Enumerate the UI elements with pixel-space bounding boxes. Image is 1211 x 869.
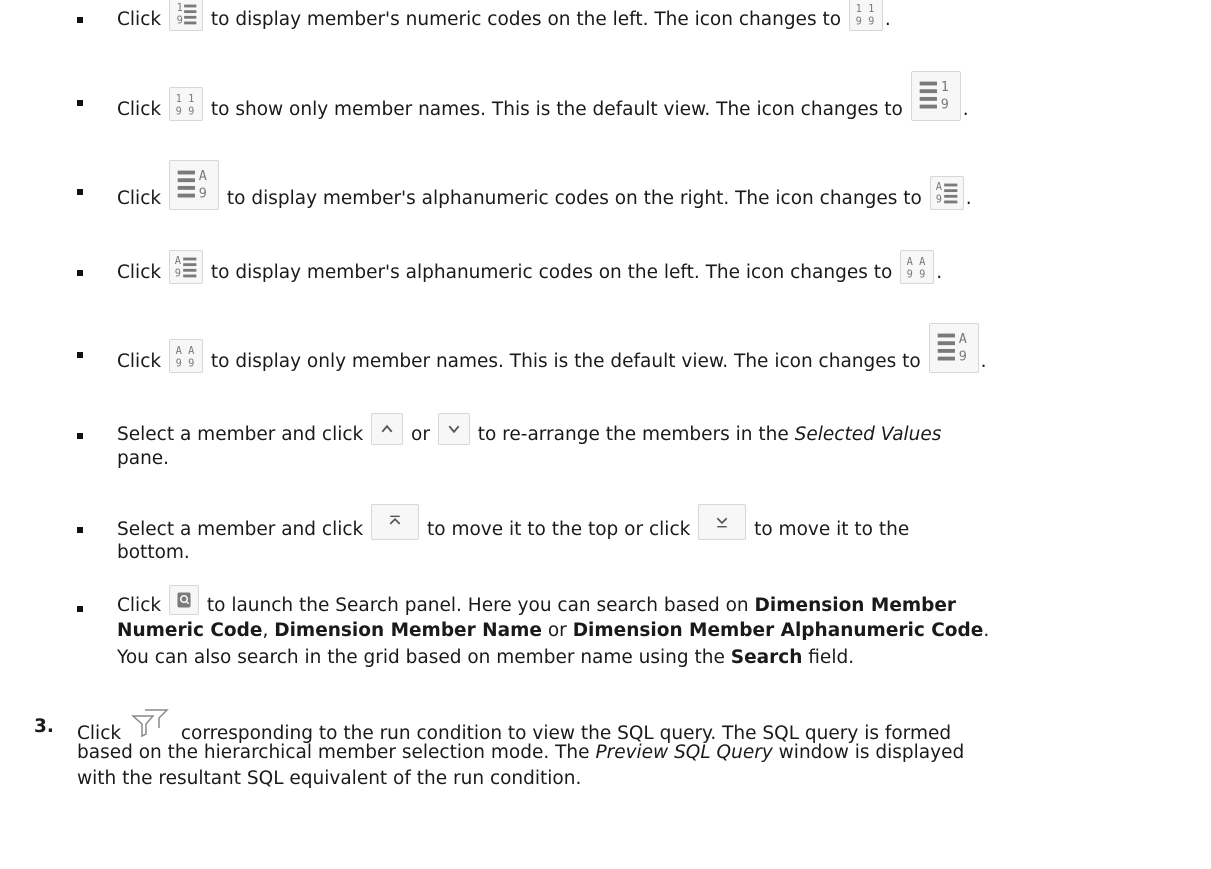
item-text: to move it to the: [754, 519, 910, 540]
item-text: Click: [117, 99, 162, 120]
item-text: You can also search in the grid based on…: [117, 647, 725, 668]
move-down-icon[interactable]: [437, 413, 470, 445]
window-name: Preview SQL Query: [595, 742, 773, 763]
item-text: or: [547, 620, 567, 641]
svg-text:1 1: 1 1: [856, 3, 875, 15]
item-text: bottom.: [117, 542, 190, 563]
alphanumeric-code-right-icon[interactable]: A 9: [168, 160, 219, 210]
bullet-item-4: Click A 9 to display member's alphanumer…: [117, 250, 943, 290]
bullet-marker: [77, 352, 83, 358]
move-bottom-icon[interactable]: [698, 504, 747, 540]
bullet-item-arrange: Select a member and click or to re-arran…: [117, 413, 942, 451]
item-text: Click: [117, 351, 162, 372]
alphanumeric-code-right-icon[interactable]: A 9: [928, 323, 979, 373]
item-text: Click: [117, 262, 162, 283]
bold-term: Dimension Member: [754, 595, 957, 616]
bullet-item-2: Click 1 1 9 9 to show only member names.…: [117, 71, 969, 135]
pane-name: Selected Values: [794, 424, 942, 445]
item-text-line2: pane.: [117, 446, 169, 472]
bullet-item-1: Click 1 9 to display member's numeric co…: [117, 0, 891, 37]
svg-text:1: 1: [177, 2, 183, 14]
item-text: with the resultant SQL equivalent of the…: [77, 768, 582, 789]
svg-text:9 9: 9 9: [176, 357, 195, 369]
item-text: field.: [808, 647, 855, 668]
svg-text:A A: A A: [907, 256, 926, 268]
item-text: based on the hierarchical member selecti…: [77, 742, 590, 763]
bullet-item-topbottom: Select a member and click to move it to …: [117, 504, 910, 548]
item-text: to show only member names. This is the d…: [210, 99, 903, 120]
bullet-marker: [77, 270, 83, 276]
bullet-marker: [77, 17, 83, 23]
period: .: [983, 620, 990, 641]
item-text: ,: [262, 620, 269, 641]
item-text: Select a member and click: [117, 424, 364, 445]
step-number: 3.: [34, 716, 54, 737]
bullet-marker: [77, 189, 83, 195]
svg-text:9 9: 9 9: [907, 268, 926, 280]
alphanumeric-code-left-icon[interactable]: A 9: [168, 250, 203, 284]
numeric-code-both-icon[interactable]: 1 1 9 9: [168, 87, 203, 121]
bold-term: Numeric Code: [117, 620, 263, 641]
svg-text:A: A: [935, 181, 942, 193]
svg-text:9: 9: [177, 14, 183, 26]
item-text-line3: You can also search in the grid based on…: [117, 645, 854, 671]
svg-text:9: 9: [941, 97, 949, 112]
item-text: to launch the Search panel. Here you can…: [206, 595, 749, 616]
item-text-line2: bottom.: [117, 540, 190, 566]
numeric-code-both-icon[interactable]: 1 1 9 9: [848, 0, 883, 31]
svg-text:9: 9: [935, 193, 941, 205]
bullet-marker: [77, 606, 83, 612]
svg-text:A A: A A: [176, 345, 195, 357]
bullet-marker: [77, 527, 83, 533]
item-text: Select a member and click: [117, 519, 364, 540]
item-text: to display member's alphanumeric codes o…: [226, 188, 922, 209]
bullet-item-3: Click A 9 to display member's alphanumer…: [117, 160, 972, 224]
bold-term: Dimension Member Name: [274, 620, 542, 641]
step-3-line3: with the resultant SQL equivalent of the…: [77, 766, 581, 792]
alphanumeric-code-both-icon[interactable]: A A 9 9: [900, 250, 935, 284]
item-text: Click: [117, 188, 162, 209]
period: .: [965, 188, 972, 209]
period: .: [884, 9, 891, 30]
item-text: to re-arrange the members in the: [477, 424, 789, 445]
bold-term: Search: [730, 647, 803, 668]
bullet-item-search: Click to launch the Search panel. Here y…: [117, 585, 957, 621]
alphanumeric-code-left-icon[interactable]: A 9: [929, 176, 964, 210]
item-text-line2: Numeric Code, Dimension Member Name or D…: [117, 618, 989, 644]
item-text: to display member's numeric codes on the…: [210, 9, 842, 30]
step-3-line2: based on the hierarchical member selecti…: [77, 740, 964, 766]
svg-text:9 9: 9 9: [176, 105, 195, 117]
move-top-icon[interactable]: [371, 504, 420, 540]
svg-text:1: 1: [941, 80, 949, 95]
move-up-icon[interactable]: [371, 413, 404, 445]
numeric-code-right-icon[interactable]: 1 9: [910, 71, 961, 121]
svg-text:A: A: [199, 169, 207, 184]
search-icon[interactable]: [168, 585, 199, 615]
bullet-marker: [77, 100, 83, 106]
item-text: or: [411, 424, 430, 445]
period: .: [962, 99, 969, 120]
svg-text:9: 9: [958, 349, 966, 364]
numeric-code-left-icon[interactable]: 1 9: [168, 0, 203, 31]
item-text: to move it to the top or click: [427, 519, 691, 540]
item-text: Click: [117, 9, 162, 30]
bold-term: Dimension Member Alphanumeric Code: [572, 620, 984, 641]
bullet-marker: [77, 433, 83, 439]
period: .: [936, 262, 943, 283]
item-text: pane.: [117, 448, 170, 469]
svg-text:A: A: [175, 255, 182, 267]
alphanumeric-code-both-icon[interactable]: A A 9 9: [168, 339, 203, 373]
svg-text:A: A: [958, 332, 966, 347]
svg-text:1 1: 1 1: [176, 93, 195, 105]
period: .: [980, 351, 987, 372]
svg-text:9 9: 9 9: [856, 15, 875, 27]
sql-filter-icon[interactable]: [129, 704, 173, 744]
svg-text:9: 9: [175, 267, 181, 279]
svg-text:9: 9: [199, 186, 207, 201]
item-text: to display only member names. This is th…: [210, 351, 921, 372]
item-text: Click: [117, 595, 162, 616]
item-text: window is displayed: [778, 742, 965, 763]
item-text: to display member's alphanumeric codes o…: [210, 262, 893, 283]
bullet-item-5: Click A A 9 9 to display only member nam…: [117, 323, 987, 387]
